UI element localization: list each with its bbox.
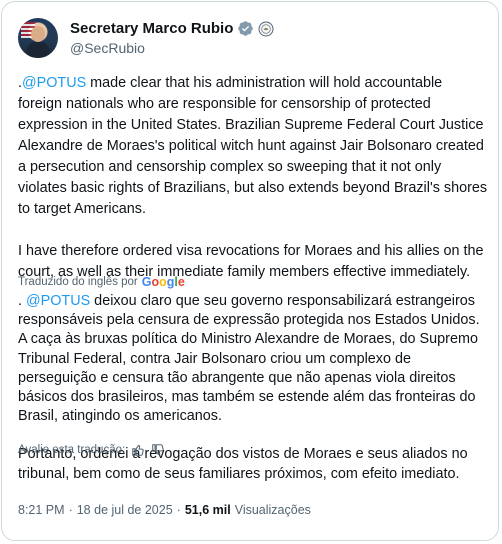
translation-attribution: Traduzido do inglês por Google xyxy=(18,275,185,289)
tweet-metadata: 8:21 PM · 18 de jul de 2025 · 51,6 mil V… xyxy=(18,503,311,517)
mention-link[interactable]: @POTUS xyxy=(22,75,86,91)
separator: · xyxy=(68,503,73,517)
author-display-name[interactable]: Secretary Marco Rubio xyxy=(70,20,233,37)
tweet-paragraph-text: made clear that his administration will … xyxy=(18,75,488,217)
thumbs-up-icon[interactable] xyxy=(131,443,145,457)
tweet-paragraph: .@POTUS made clear that his administrati… xyxy=(18,73,488,220)
mention-link[interactable]: @POTUS xyxy=(26,293,90,309)
translated-paragraph-text: deixou claro que seu governo responsabil… xyxy=(18,293,480,425)
google-logo-icon: Google xyxy=(141,275,185,289)
tweet-time[interactable]: 8:21 PM xyxy=(18,503,65,517)
author-name-row: Secretary Marco Rubio xyxy=(70,20,274,37)
rate-translation-label: Avalie esta tradução: xyxy=(18,444,126,456)
tweet-header: Secretary Marco Rubio @SecRubio ··· xyxy=(18,18,482,62)
tweet-text: .@POTUS made clear that his administrati… xyxy=(18,73,488,283)
views-label: Visualizações xyxy=(234,503,311,517)
translated-paragraph: . @POTUS deixou claro que seu governo re… xyxy=(18,292,490,426)
text-prefix: . xyxy=(18,293,26,309)
author-handle[interactable]: @SecRubio xyxy=(70,40,145,56)
separator: · xyxy=(176,503,181,517)
views-count[interactable]: 51,6 mil xyxy=(185,503,231,517)
government-seal-icon[interactable] xyxy=(258,21,274,37)
verified-badge-icon[interactable] xyxy=(237,20,254,37)
translation-label: Traduzido do inglês por xyxy=(18,276,138,288)
tweet-card: Secretary Marco Rubio @SecRubio ··· .@PO… xyxy=(1,1,499,541)
avatar[interactable] xyxy=(18,18,58,58)
thumbs-down-icon[interactable] xyxy=(151,443,165,457)
tweet-date[interactable]: 18 de jul de 2025 xyxy=(77,503,173,517)
rate-translation-row: Avalie esta tradução: xyxy=(18,443,165,457)
